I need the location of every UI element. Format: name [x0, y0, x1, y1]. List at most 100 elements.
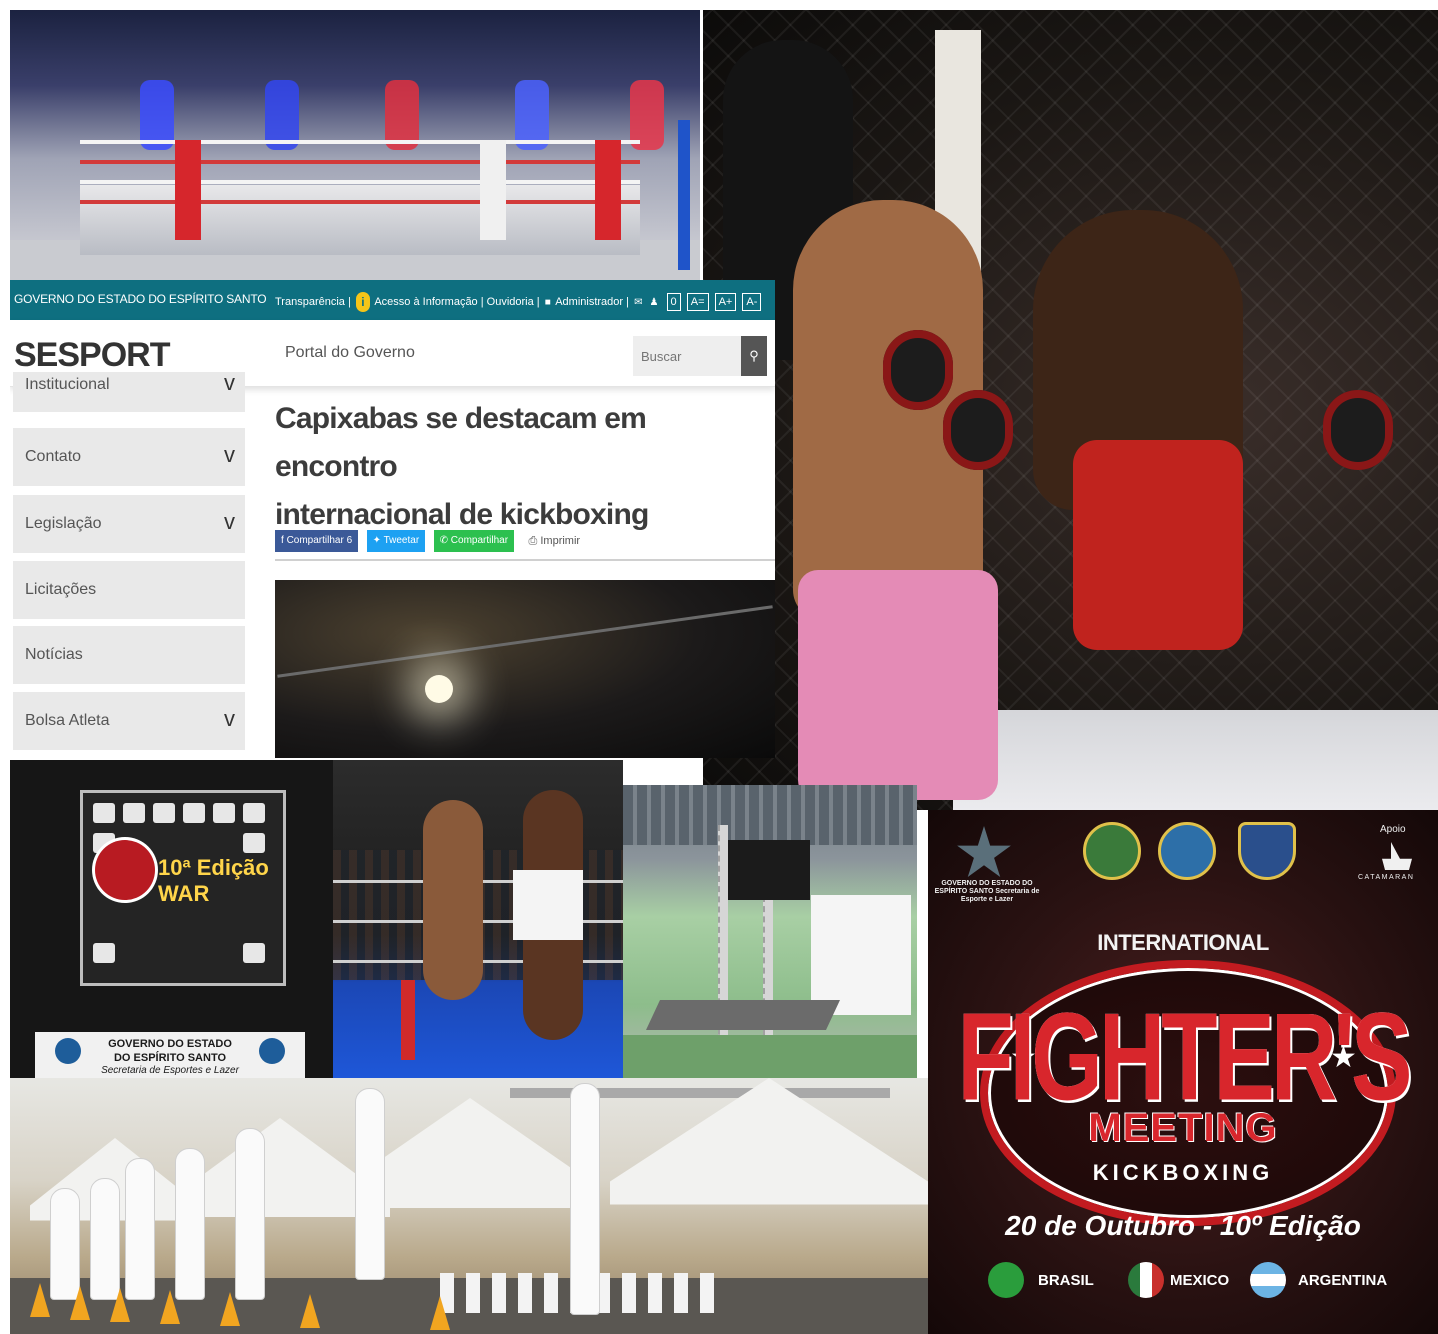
- ring-post: [678, 120, 690, 270]
- poster-sport: KICKBOXING: [1092, 1160, 1274, 1185]
- sidebar-item-noticias[interactable]: Notícias: [13, 626, 245, 684]
- stage: [646, 1000, 840, 1030]
- teardrop-flag: [175, 1148, 205, 1300]
- topbar-links: Transparência | i Acesso à Informação | …: [275, 292, 762, 312]
- font-decrease-button[interactable]: A-: [742, 292, 762, 311]
- boxing-ring-photo: [10, 10, 700, 280]
- sidebar-item-legislacao[interactable]: Legislação v: [13, 495, 245, 553]
- cage-floor: [953, 710, 1438, 810]
- country-name: BRASIL: [1038, 1272, 1094, 1289]
- fighter-left-shorts: [798, 570, 998, 800]
- cage-fight-photo: [703, 10, 1438, 810]
- sidebar-item-licitacoes[interactable]: Licitações: [13, 561, 245, 619]
- apoio-label: Apoio: [1380, 824, 1406, 835]
- print-button[interactable]: ⎙ Imprimir: [523, 530, 587, 552]
- state-star-logo-icon: [957, 826, 1011, 877]
- teardrop-flag: [90, 1178, 120, 1300]
- tent-frame: [277, 605, 773, 678]
- portal-link[interactable]: Portal do Governo: [285, 344, 415, 362]
- government-name: GOVERNO DO ESTADO DO ESPÍRITO SANTO: [14, 292, 267, 306]
- event-banner-photo: 10ª Edição WAR GOVERNO DO ESTADO DO ESPÍ…: [10, 760, 333, 1078]
- government-topbar: GOVERNO DO ESTADO DO ESPÍRITO SANTO Tran…: [10, 280, 775, 320]
- sidebar-item-label: Contato: [25, 448, 82, 465]
- mexico-flag-icon: [1128, 1262, 1164, 1298]
- font-reset-button[interactable]: A=: [686, 292, 709, 311]
- sponsor-logo: [183, 803, 205, 823]
- sponsor-logo: [243, 833, 265, 853]
- sidebar-item-label: Bolsa Atleta: [25, 712, 110, 729]
- ouvidoria-link[interactable]: | Ouvidoria |: [481, 296, 540, 308]
- federation-logo-icon: [1083, 822, 1141, 880]
- sidebar-item-contato[interactable]: Contato v: [13, 428, 245, 486]
- sidebar-item-institucional[interactable]: Institucional v: [13, 370, 245, 412]
- event-poster: GOVERNO DO ESTADO DO ESPÍRITO SANTO Secr…: [928, 810, 1438, 1334]
- ring-mat: [80, 185, 640, 255]
- country-name: ARGENTINA: [1298, 1272, 1388, 1289]
- ring-post: [595, 140, 621, 240]
- sesport-website: GOVERNO DO ESTADO DO ESPÍRITO SANTO Tran…: [10, 280, 775, 758]
- contrast-button[interactable]: 0: [666, 292, 681, 311]
- gym-floor: [623, 1035, 917, 1078]
- print-label: Imprimir: [540, 535, 581, 547]
- teardrop-flag: [125, 1158, 155, 1300]
- facebook-share-button[interactable]: f Compartilhar 6: [275, 530, 359, 552]
- sidebar-item-label: Licitações: [25, 581, 97, 598]
- shin-guard: [401, 980, 415, 1060]
- site-brand[interactable]: SESPORT: [14, 336, 170, 375]
- article-title-line: Capixabas se destacam em encontro: [275, 402, 647, 483]
- fighter-left: [423, 800, 483, 1000]
- accessibility-icon[interactable]: ♟: [650, 297, 659, 308]
- facebook-share-label: Compartilhar 6: [286, 535, 353, 546]
- share-bar: f Compartilhar 6 ✦ Tweetar ✆ Compartilha…: [275, 530, 590, 552]
- gym-roof: [623, 785, 917, 845]
- twitter-icon: ✦: [372, 535, 384, 546]
- edition-text: 10ª Edição: [158, 855, 269, 880]
- chevron-down-icon: v: [224, 706, 235, 731]
- sponsor-logo: [153, 803, 175, 823]
- font-increase-button[interactable]: A+: [714, 292, 737, 311]
- transparencia-link[interactable]: Transparência |: [275, 296, 351, 308]
- search-icon[interactable]: ⚲: [741, 336, 767, 376]
- divider: [275, 559, 775, 561]
- government-caption: GOVERNO DO ESTADO DO ESPÍRITO SANTO Secr…: [934, 880, 1040, 903]
- table-banner-line: GOVERNO DO ESTADO: [108, 1038, 232, 1050]
- teardrop-flag: [50, 1188, 80, 1300]
- printer-icon: ⎙: [528, 535, 541, 547]
- twitter-share-button[interactable]: ✦ Tweetar: [366, 530, 426, 552]
- fighter-right-shorts: [1073, 440, 1243, 650]
- article-title: Capixabas se destacam em encontro intern…: [275, 395, 775, 539]
- ring-rope: [80, 180, 640, 184]
- spotlight: [425, 675, 453, 703]
- sponsor-logo: [243, 943, 265, 963]
- sponsor-logo: [93, 943, 115, 963]
- sponsor-logo: [243, 803, 265, 823]
- government-banner: [811, 895, 911, 1015]
- boxing-glove-icon: [883, 330, 953, 410]
- ring-rope: [80, 160, 640, 164]
- country-name: MEXICO: [1170, 1272, 1230, 1289]
- teardrop-flag: [355, 1088, 385, 1280]
- mail-icon[interactable]: ✉: [634, 297, 642, 308]
- video-screen: [728, 840, 810, 900]
- poster-date: 20 de Outubro - 10º Edição: [1005, 1210, 1361, 1241]
- sidebar-item-label: Institucional: [25, 376, 110, 393]
- whatsapp-share-button[interactable]: ✆ Compartilhar: [433, 530, 515, 552]
- ring-rope: [80, 140, 640, 144]
- administrador-link[interactable]: Administrador |: [555, 296, 629, 308]
- sidebar-item-bolsa-atleta[interactable]: Bolsa Atleta v: [13, 692, 245, 750]
- sidebar-item-label: Legislação: [25, 515, 102, 532]
- acesso-informacao-link[interactable]: Acesso à Informação: [374, 296, 477, 308]
- brazil-flag-icon: [988, 1262, 1024, 1298]
- countries-row: BRASIL MEXICO ARGENTINA: [988, 1262, 1408, 1298]
- ring-post: [480, 140, 506, 240]
- boxing-glove-icon: [943, 390, 1013, 470]
- whatsapp-share-label: Compartilhar: [450, 535, 509, 546]
- association-shield-icon: [1238, 822, 1296, 880]
- table-banner-line: DO ESPÍRITO SANTO: [113, 1052, 227, 1064]
- sponsor-name: CATAMARAN: [1358, 874, 1415, 881]
- search-input[interactable]: [633, 336, 741, 376]
- sponsor-logo: [123, 803, 145, 823]
- sidebar-item-label: Notícias: [25, 646, 83, 663]
- fighter-right-shorts: [513, 870, 583, 940]
- chevron-down-icon: v: [224, 370, 235, 395]
